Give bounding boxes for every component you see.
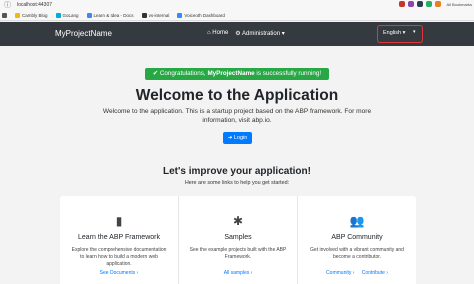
bookmark-item[interactable]: Cambly Blog — [15, 12, 48, 18]
bookmark-label: Cambly Blog — [22, 12, 48, 18]
url-field[interactable]: localhost:44307 — [17, 2, 52, 8]
language-dropdown[interactable]: English ▾ — [383, 30, 405, 36]
bookmark-icon — [15, 12, 20, 18]
extension-icon[interactable] — [408, 1, 415, 7]
bookmark-item[interactable]: GoLang — [55, 12, 79, 18]
card-description: Get involved with a vibrant community an… — [310, 247, 404, 260]
bookmark-icon — [55, 12, 61, 18]
extension-icon[interactable] — [399, 1, 406, 7]
see-documents-link[interactable]: See Documents › — [100, 270, 139, 276]
bookmark-label: GoLang — [62, 12, 79, 18]
bookmark-item[interactable] — [2, 12, 7, 18]
card-samples: ✱ Samples See the example projects built… — [178, 196, 297, 284]
card-description: See the example projects built with the … — [189, 247, 287, 260]
improve-subtitle: Here are some links to help you get star… — [184, 180, 290, 186]
user-menu-caret-icon[interactable]: ▾ — [413, 29, 416, 35]
login-button[interactable]: ➜ Login — [223, 132, 252, 144]
alert-suffix: is successfully running! — [254, 70, 322, 77]
bookmark-label: vs-internal — [148, 12, 170, 18]
card-learn-abp: ▮ Learn the ABP Framework Explore the co… — [60, 196, 178, 284]
bookmark-label: Voiceoth Dashboard — [184, 12, 225, 18]
card-community: 👥 ABP Community Get involved with a vibr… — [297, 196, 416, 284]
extension-icons: All Bookmarks — [399, 1, 472, 7]
nav-administration-dropdown[interactable]: ⚙ Administration ▾ — [235, 30, 284, 37]
card-description: Explore the comprehensive documentation … — [71, 247, 167, 267]
nav-home-link[interactable]: ⌂ Home — [207, 30, 228, 37]
card-title: ABP Community — [331, 234, 383, 241]
users-icon: 👥 — [349, 214, 365, 228]
getting-started-cards: ▮ Learn the ABP Framework Explore the co… — [60, 196, 416, 284]
welcome-text: Welcome to the application. This is a st… — [102, 108, 372, 124]
alert-project-name: MyProjectName — [207, 70, 255, 77]
bookmark-icon — [2, 12, 7, 18]
nav-menu: ⌂ Home ⚙ Administration ▾ — [207, 30, 285, 37]
github-icon — [141, 12, 147, 18]
bookmark-icon — [86, 12, 92, 18]
all-bookmarks-label[interactable]: All Bookmarks — [446, 2, 472, 7]
bookmark-item[interactable]: Voiceoth Dashboard — [177, 12, 225, 18]
card-title: Samples — [224, 234, 252, 241]
alert-prefix: ✔ Congratulations, — [152, 70, 208, 77]
extension-icon[interactable] — [417, 1, 424, 7]
card-links: See Documents › — [60, 270, 178, 276]
improve-heading: Let's improve your application! — [163, 166, 311, 177]
contribute-link[interactable]: Contribute › — [362, 270, 388, 276]
page-title: Welcome to the Application — [135, 87, 339, 104]
browser-window: ⓘ localhost:44307 All Bookmarks Cambly B… — [0, 0, 474, 284]
extension-icon[interactable] — [426, 1, 433, 7]
profile-icon[interactable] — [435, 1, 442, 7]
address-bar: ⓘ localhost:44307 All Bookmarks — [0, 0, 474, 10]
bookmark-icon — [177, 12, 183, 18]
bookmark-item[interactable]: Learn & Idea - Docs — [86, 12, 134, 18]
card-links: Community › Contribute › — [298, 270, 416, 276]
card-links: All samples › — [179, 270, 297, 276]
book-icon: ▮ — [115, 214, 123, 228]
community-link[interactable]: Community › — [326, 270, 354, 276]
bookmark-label: Learn & Idea - Docs — [93, 12, 134, 18]
success-alert: ✔ Congratulations, MyProjectName is succ… — [145, 68, 329, 80]
card-title: Learn the ABP Framework — [78, 234, 160, 241]
samples-icon: ✱ — [232, 214, 244, 228]
brand-link[interactable]: MyProjectName — [55, 29, 112, 38]
bookmark-item[interactable]: vs-internal — [141, 12, 170, 18]
all-samples-link[interactable]: All samples › — [224, 270, 253, 276]
info-icon[interactable]: ⓘ — [4, 2, 11, 9]
bookmarks-bar: Cambly Blog GoLang Learn & Idea - Docs v… — [0, 10, 474, 21]
